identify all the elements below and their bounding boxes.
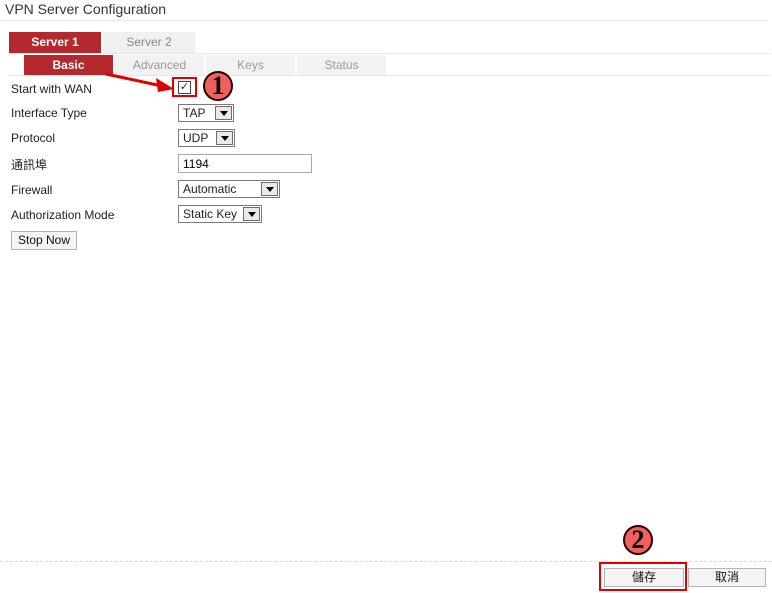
- interface-type-select[interactable]: TAP: [178, 104, 234, 122]
- chevron-down-icon: [215, 106, 232, 120]
- interface-type-value: TAP: [183, 106, 206, 120]
- annotation-arrow-icon: [105, 72, 174, 92]
- authorization-mode-value: Static Key: [183, 207, 238, 221]
- protocol-select[interactable]: UDP: [178, 129, 235, 147]
- save-button[interactable]: 儲存: [604, 568, 684, 587]
- chevron-down-icon: [243, 207, 260, 221]
- sub-tabs: Basic Advanced Keys Status: [24, 55, 388, 75]
- firewall-label: Firewall: [11, 183, 53, 197]
- page-title: VPN Server Configuration: [5, 1, 167, 17]
- stop-now-button[interactable]: Stop Now: [11, 231, 78, 250]
- chevron-down-icon: [216, 131, 233, 145]
- cancel-button[interactable]: 取消: [688, 568, 766, 587]
- protocol-label: Protocol: [11, 131, 56, 145]
- vpn-server-config-page: VPN Server Configuration Server 1 Server…: [0, 0, 772, 593]
- callout-2: 2: [623, 525, 653, 555]
- server-tabs-divider: [8, 53, 770, 54]
- start-with-wan-label: Start with WAN: [11, 82, 92, 96]
- protocol-value: UDP: [183, 131, 209, 145]
- firewall-value: Automatic: [183, 182, 237, 196]
- authorization-mode-select[interactable]: Static Key: [178, 205, 262, 223]
- firewall-select[interactable]: Automatic: [178, 180, 280, 198]
- tab-basic[interactable]: Basic: [24, 55, 113, 75]
- callout-1: 1: [203, 71, 233, 101]
- port-label: 通訊埠: [11, 158, 48, 172]
- title-divider: [0, 20, 768, 21]
- authorization-mode-label: Authorization Mode: [11, 208, 115, 222]
- tab-server-2[interactable]: Server 2: [103, 32, 195, 53]
- tab-server-1[interactable]: Server 1: [9, 32, 101, 53]
- interface-type-label: Interface Type: [11, 106, 87, 120]
- tab-status[interactable]: Status: [297, 55, 386, 75]
- server-tabs: Server 1 Server 2: [9, 32, 197, 53]
- port-input[interactable]: [178, 154, 312, 173]
- chevron-down-icon: [261, 182, 278, 196]
